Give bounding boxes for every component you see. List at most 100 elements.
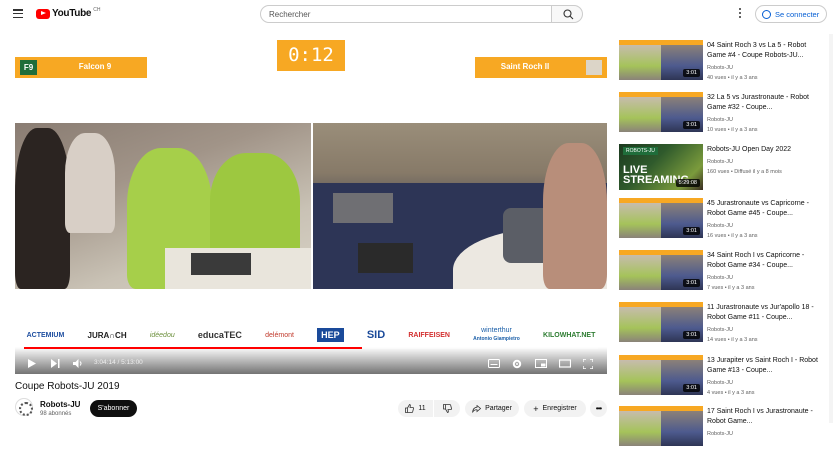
related-video-meta: 4 vues • il y a 3 ans — [707, 390, 755, 396]
more-options-icon[interactable] — [738, 8, 742, 20]
related-video-channel[interactable]: Robots-JU — [707, 380, 733, 386]
video-duration: 3:01 — [683, 121, 700, 129]
video-thumbnail[interactable]: 3:01 — [619, 40, 703, 80]
related-videos: 3:01 04 Saint Roch 3 vs La 5 - Robot Game… — [619, 34, 835, 446]
related-video-channel[interactable]: Robots-JU — [707, 431, 733, 437]
channel-avatar[interactable] — [15, 398, 33, 416]
related-video-title[interactable]: 17 Saint Roch I vs Jurastronaute - Robot… — [707, 407, 821, 427]
search-input[interactable]: Rechercher — [260, 5, 552, 23]
video-duration: 3:01 — [683, 331, 700, 339]
subscribe-button[interactable]: S'abonner — [90, 400, 137, 417]
related-video-meta: 160 vues • Diffusé il y a 8 mois — [707, 169, 782, 175]
video-title: Coupe Robots-JU 2019 — [15, 381, 120, 392]
video-duration: 3:01 — [683, 384, 700, 392]
signin-button[interactable]: Se connecter — [755, 5, 827, 23]
related-video-card[interactable]: 3:01 45 Jurastronaute vs Capricorne - Rob… — [619, 192, 835, 242]
theater-mode-icon[interactable] — [559, 359, 571, 368]
search-button[interactable] — [551, 5, 583, 23]
related-video-card[interactable]: 3:01 34 Saint Roch I vs Capricorne - Robo… — [619, 244, 835, 294]
video-thumbnail[interactable]: 3:01 — [619, 250, 703, 290]
related-video-card[interactable]: 3:01 32 La 5 vs Jurastronaute - Robot Gam… — [619, 86, 835, 136]
sponsor-6: SID — [366, 329, 386, 341]
logo-text: YouTube — [52, 8, 92, 19]
save-button[interactable]: + Enregistrer — [524, 400, 586, 417]
video-duration: 5:29:08 — [675, 179, 700, 187]
related-video-card[interactable]: 3:01 13 Jurapiter vs Saint Roch I - Robot… — [619, 349, 835, 399]
related-video-channel[interactable]: Robots-JU — [707, 117, 733, 123]
settings-icon[interactable] — [512, 359, 522, 369]
more-actions-button[interactable]: ••• — [590, 400, 607, 417]
page-scrollbar[interactable] — [829, 34, 833, 423]
youtube-logo[interactable]: YouTube CH — [36, 6, 101, 19]
time-total: 5:13:00 — [121, 359, 143, 366]
video-thumbnail[interactable]: ROBOTS-JU LIVE STREAMING 5:29:08 — [619, 144, 703, 190]
dislike-button[interactable] — [434, 400, 460, 417]
sponsor-1: JURA∩CH — [87, 330, 127, 340]
related-video-channel[interactable]: Robots-JU — [707, 159, 733, 165]
add-icon: + — [533, 403, 539, 414]
related-video-meta: 40 vues • il y a 3 ans — [707, 75, 758, 81]
logo-country: CH — [93, 6, 101, 13]
related-video-card[interactable]: 3:01 11 Jurastronaute vs Jur'apollo 18 - … — [619, 296, 835, 346]
video-thumbnail[interactable]: 3:01 — [619, 302, 703, 342]
video-thumbnail[interactable]: 3:01 — [619, 355, 703, 395]
channel-name[interactable]: Robots-JU — [40, 400, 80, 409]
player-controls: 3:04:14 / 5:13:00 — [15, 347, 607, 374]
team-right-badge — [586, 60, 602, 75]
related-video-meta: 7 vues • il y a 3 ans — [707, 285, 755, 291]
like-count: 11 — [418, 405, 426, 412]
top-bar: YouTube CH Rechercher Se connecter — [0, 0, 835, 28]
volume-icon[interactable] — [73, 359, 84, 368]
fullscreen-icon[interactable] — [583, 359, 593, 369]
thumbs-up-icon — [405, 404, 415, 413]
progress-bar[interactable] — [24, 347, 598, 349]
video-player[interactable]: F9 Falcon 9 0:12 Saint Roch II ACTEMIUM … — [15, 34, 607, 374]
video-thumbnail[interactable]: 3:01 — [619, 92, 703, 132]
related-video-title[interactable]: 11 Jurastronaute vs Jur'apollo 18 - Robo… — [707, 303, 821, 323]
miniplayer-icon[interactable] — [535, 359, 547, 368]
account-icon — [762, 9, 771, 19]
related-video-card[interactable]: 17 Saint Roch I vs Jurastronaute - Robot… — [619, 400, 835, 450]
youtube-play-icon — [36, 8, 50, 19]
video-thumbnail[interactable] — [619, 406, 703, 446]
next-icon[interactable] — [51, 359, 60, 368]
related-video-meta: 14 vues • il y a 3 ans — [707, 337, 758, 343]
like-button[interactable]: 11 — [398, 400, 433, 417]
menu-icon[interactable] — [13, 9, 23, 19]
related-video-card[interactable]: ROBOTS-JU LIVE STREAMING 5:29:08 Robots-JU … — [619, 138, 835, 190]
related-video-channel[interactable]: Robots-JU — [707, 65, 733, 71]
play-icon[interactable] — [28, 359, 36, 368]
sponsor-7: RAIFFEISEN — [408, 331, 450, 339]
related-video-meta: 16 vues • il y a 3 ans — [707, 233, 758, 239]
related-video-channel[interactable]: Robots-JU — [707, 327, 733, 333]
match-timer: 0:12 — [277, 40, 345, 71]
related-video-card[interactable]: 3:01 04 Saint Roch 3 vs La 5 - Robot Game… — [619, 34, 835, 84]
sponsor-8-sub: Antonio Giampietro — [473, 336, 520, 342]
sponsor-4: delémont — [265, 331, 294, 339]
related-video-meta: 10 vues • il y a 3 ans — [707, 127, 758, 133]
scoreboard-right: Saint Roch II — [475, 57, 607, 78]
sponsor-banner: ACTEMIUM JURA∩CH idéedou educaTEC delémo… — [15, 321, 607, 349]
progress-fill — [24, 347, 362, 349]
subscriber-count: 98 abonnés — [40, 411, 72, 417]
share-button[interactable]: Partager — [465, 400, 519, 417]
related-video-title[interactable]: 34 Saint Roch I vs Capricorne - Robot Ga… — [707, 251, 821, 271]
video-thumbnail[interactable]: 3:01 — [619, 198, 703, 238]
related-video-channel[interactable]: Robots-JU — [707, 223, 733, 229]
related-video-title[interactable]: 13 Jurapiter vs Saint Roch I - Robot Gam… — [707, 356, 821, 376]
live-channel-badge: ROBOTS-JU — [623, 147, 658, 155]
related-video-title[interactable]: 04 Saint Roch 3 vs La 5 - Robot Game #4 … — [707, 41, 821, 61]
related-video-title[interactable]: 45 Jurastronaute vs Capricorne - Robot G… — [707, 199, 821, 219]
video-duration: 3:01 — [683, 279, 700, 287]
more-icon: ••• — [595, 404, 602, 413]
video-duration: 3:01 — [683, 227, 700, 235]
sponsor-9: KILOWHAT.NET — [543, 331, 596, 339]
save-label: Enregistrer — [542, 405, 577, 412]
subtitles-icon[interactable] — [488, 359, 500, 368]
time-display: 3:04:14 / 5:13:00 — [94, 359, 143, 366]
related-video-title[interactable]: Robots-JU Open Day 2022 — [707, 145, 821, 155]
share-label: Partager — [485, 405, 512, 412]
related-video-title[interactable]: 32 La 5 vs Jurastronaute - Robot Game #3… — [707, 93, 821, 113]
video-duration: 3:01 — [683, 69, 700, 77]
related-video-channel[interactable]: Robots-JU — [707, 275, 733, 281]
